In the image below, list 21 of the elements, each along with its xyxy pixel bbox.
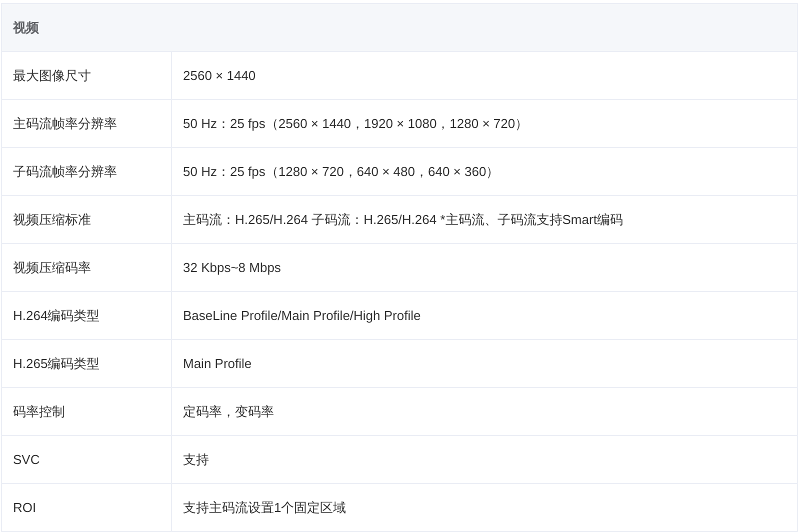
spec-label: 主码流帧率分辨率 (2, 100, 172, 148)
spec-value: BaseLine Profile/Main Profile/High Profile (172, 292, 798, 340)
spec-label: 视频压缩码率 (2, 244, 172, 292)
spec-value: 支持 (172, 436, 798, 484)
section-title: 视频 (2, 4, 798, 52)
spec-value: 支持主码流设置1个固定区域 (172, 484, 798, 532)
spec-label: 码率控制 (2, 388, 172, 436)
spec-label: 子码流帧率分辨率 (2, 148, 172, 196)
spec-value: 50 Hz：25 fps（1280 × 720，640 × 480，640 × 360） (172, 148, 798, 196)
spec-label: ROI (2, 484, 172, 532)
spec-value: 主码流：H.265/H.264 子码流：H.265/H.264 *主码流、子码流支持Smart编码 (172, 196, 798, 244)
spec-value: Main Profile (172, 340, 798, 388)
spec-value: 定码率，变码率 (172, 388, 798, 436)
spec-label: 最大图像尺寸 (2, 52, 172, 100)
spec-label: 视频压缩标准 (2, 196, 172, 244)
spec-value: 50 Hz：25 fps（2560 × 1440，1920 × 1080，1280 × 720） (172, 100, 798, 148)
spec-label: H.264编码类型 (2, 292, 172, 340)
spec-label: SVC (2, 436, 172, 484)
spec-label: H.265编码类型 (2, 340, 172, 388)
spec-value: 32 Kbps~8 Mbps (172, 244, 798, 292)
spec-value: 2560 × 1440 (172, 52, 798, 100)
